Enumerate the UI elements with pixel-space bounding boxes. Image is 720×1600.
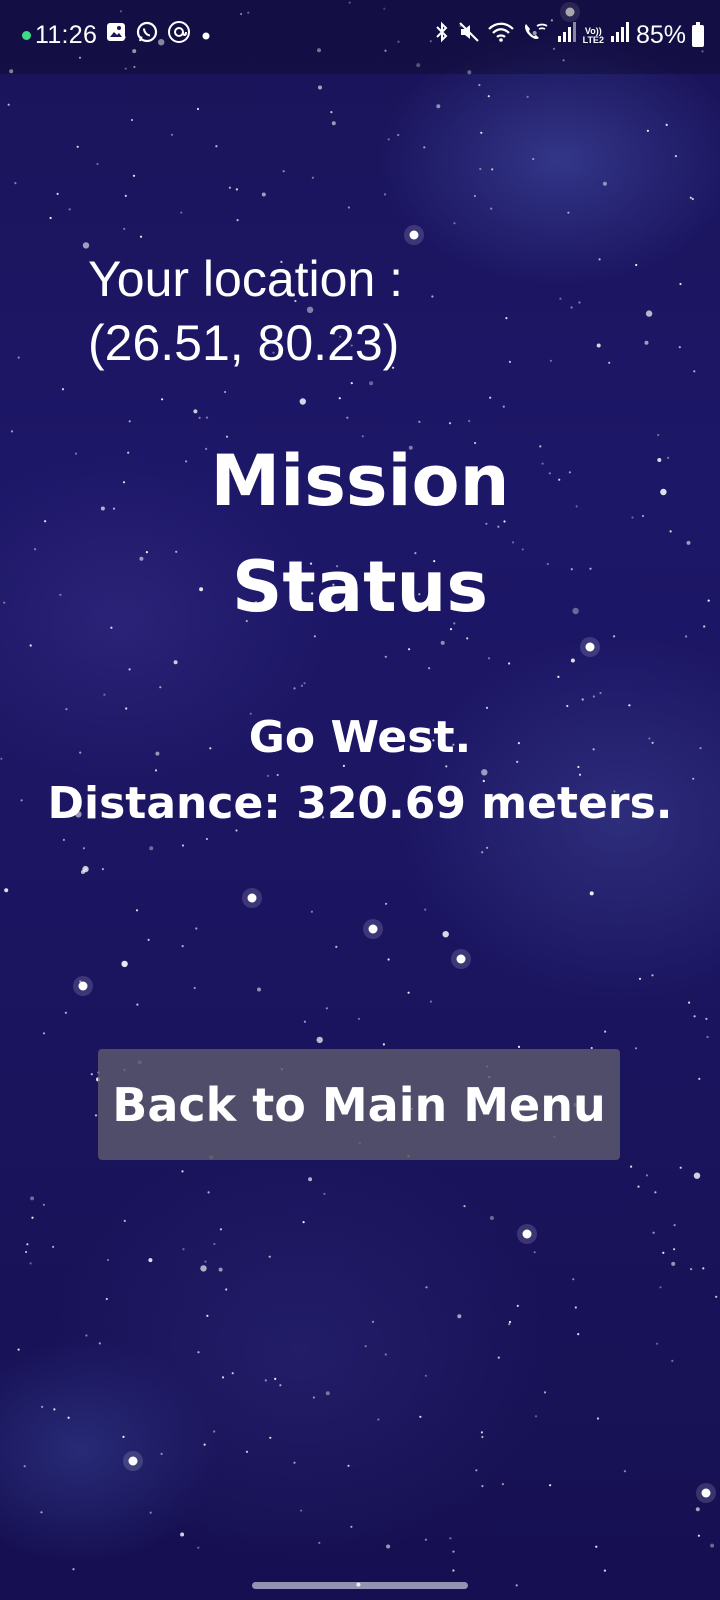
- battery-icon: [692, 21, 704, 47]
- home-gesture-bar[interactable]: [252, 1582, 468, 1589]
- back-to-main-menu-button[interactable]: Back to Main Menu: [98, 1049, 620, 1160]
- title-line-2: Status: [231, 546, 489, 628]
- status-bar-right: Vo)) LTE2 85%: [433, 20, 704, 51]
- location-readout: Your location : (26.51, 80.23): [88, 247, 403, 375]
- title-line-1: Mission: [210, 440, 510, 522]
- threads-icon: [167, 20, 191, 51]
- signal-icon: [610, 21, 630, 50]
- more-dot-icon: [199, 22, 213, 50]
- status-bar: 11:26 Vo)) LTE2 85%: [0, 0, 720, 74]
- battery-percent: 85%: [635, 21, 686, 49]
- lte-label: LTE2: [582, 34, 604, 45]
- direction-text: Go West.: [248, 712, 472, 763]
- location-coordinates: (26.51, 80.23): [88, 315, 400, 371]
- clock: 11:26: [35, 21, 98, 49]
- mic-indicator-dot: [22, 31, 31, 40]
- volte-lte-icon: Vo)) LTE2: [582, 26, 604, 45]
- page-title: Mission Status: [0, 428, 720, 640]
- bluetooth-icon: [433, 20, 451, 51]
- location-label: Your location :: [88, 251, 404, 307]
- wifi-calling-icon: [521, 20, 551, 51]
- mission-instructions: Go West. Distance: 320.69 meters.: [0, 705, 720, 837]
- signal-icon: [557, 21, 577, 50]
- gallery-icon: [105, 21, 127, 50]
- mute-icon: [457, 20, 481, 51]
- wifi-icon: [487, 20, 515, 51]
- whatsapp-icon: [135, 20, 159, 51]
- distance-text: Distance: 320.69 meters.: [47, 778, 673, 829]
- status-bar-left: 11:26: [22, 20, 213, 51]
